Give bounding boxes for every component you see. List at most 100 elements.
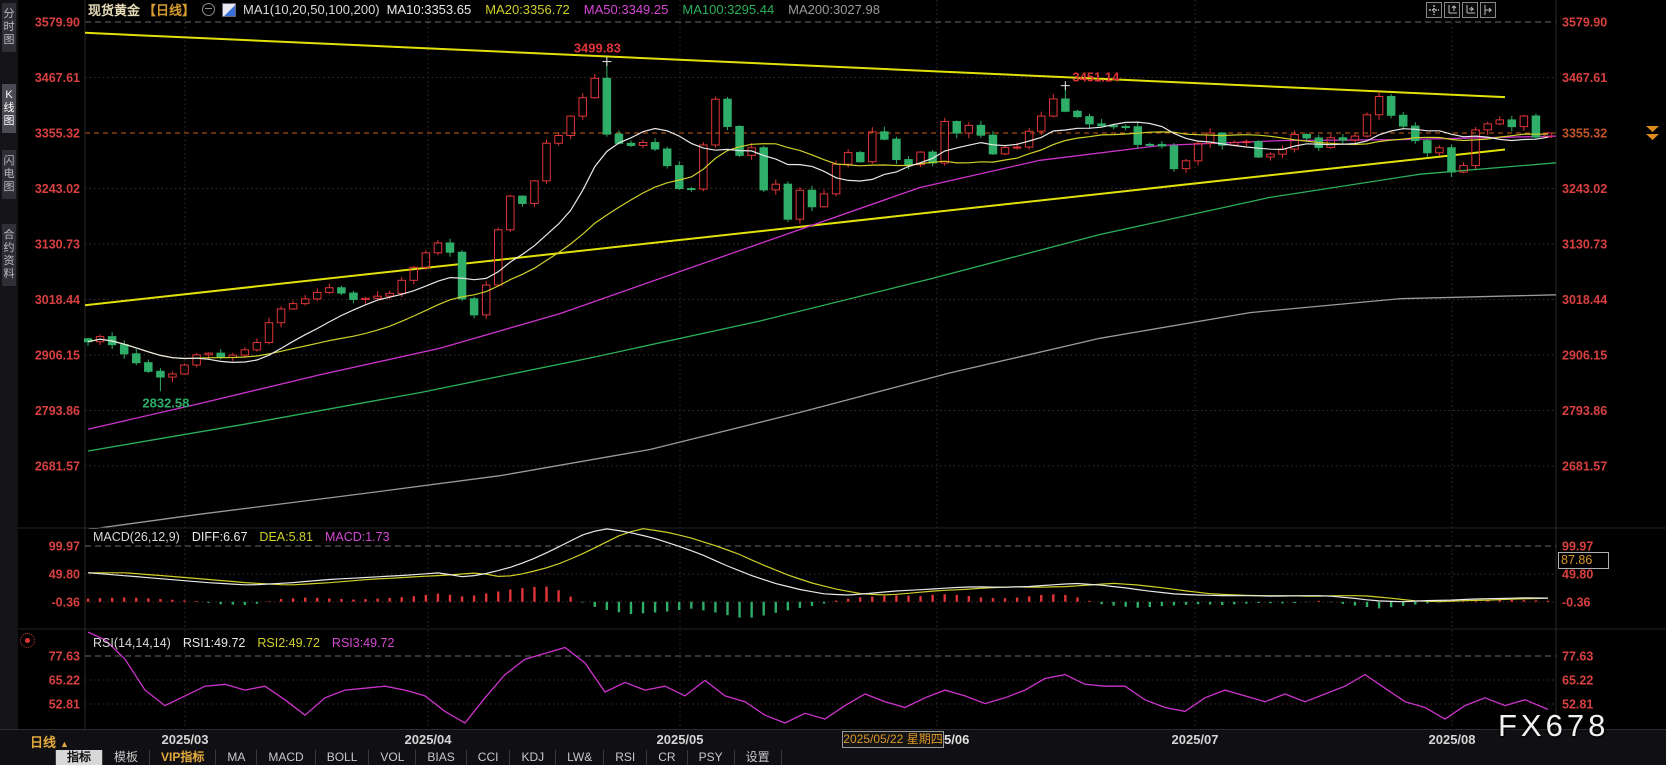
macd-label-left-2: -0.36 <box>52 596 81 610</box>
rsi-header: RSI(14,14,14) RSI1:49.72 RSI2:49.72 RSI3… <box>93 636 394 650</box>
current-price-marker-icon <box>1646 126 1659 140</box>
price-label-right-0: 3579.90 <box>1562 16 1607 30</box>
macd-label-left-1: 49.80 <box>49 568 80 582</box>
crosshair-icon[interactable] <box>1426 2 1442 18</box>
ma-values: MA10:3353.65MA20:3356.72MA50:3349.25MA10… <box>387 2 880 17</box>
main-chart <box>84 33 1556 530</box>
current-price-tag: 3355.32 <box>1562 126 1607 140</box>
ma-value-4: MA200:3027.98 <box>788 2 880 17</box>
rsi3-value: RSI3:49.72 <box>332 636 395 650</box>
period-tag: 【日线】 <box>143 0 195 19</box>
ma50-line <box>88 136 1556 429</box>
symbol-name: 现货黄金 <box>88 0 140 19</box>
price-label-right-5: 3018.44 <box>1562 293 1607 307</box>
price-label-left-8: 2681.57 <box>35 460 80 474</box>
price-axis: 3579.90 3579.90 3467.61 3467.61 3355.32 3243.… <box>35 16 1607 474</box>
ma20-line <box>88 132 1548 359</box>
date-axis-row: 日线▲ 2025/05/22 星期四 5/06 2025/032025/0420… <box>0 729 1666 751</box>
rsi2-value: RSI2:49.72 <box>257 636 320 650</box>
macd-title: MACD(26,12,9) <box>93 530 180 544</box>
price-label-right-7: 2793.86 <box>1562 404 1607 418</box>
price-label-left-6: 2906.15 <box>35 349 80 363</box>
price-label-left-3: 3243.02 <box>35 182 80 196</box>
rsi-title: RSI(14,14,14) <box>93 636 171 650</box>
toolbar-item-9[interactable]: KDJ <box>510 750 556 765</box>
mini-chart-icon[interactable] <box>222 3 236 17</box>
chart-canvas[interactable]: 3579.90 3579.90 3467.61 3467.61 3355.32 3243.… <box>0 0 1666 765</box>
lower-trendline <box>85 150 1505 306</box>
month-tick-3: 2025/07 <box>1172 732 1219 747</box>
price-label-left-5: 3018.44 <box>35 293 80 307</box>
toolbar-item-8[interactable]: CCI <box>467 750 511 765</box>
toolbar-item-10[interactable]: LW& <box>556 750 604 765</box>
toolbar-item-2[interactable]: VIP指标 <box>150 750 216 765</box>
price-label-right-4: 3130.73 <box>1562 238 1607 252</box>
reset-scale-icon[interactable] <box>1480 2 1496 18</box>
toolbar-item-1[interactable]: 模板 <box>103 750 150 765</box>
price-label-right-8: 2681.57 <box>1562 460 1607 474</box>
toolbar-item-11[interactable]: RSI <box>604 750 647 765</box>
partial-month-tick: 5/06 <box>944 732 969 747</box>
price-label-left-1: 3467.61 <box>35 71 80 85</box>
annotations: 3499.833451.142832.58 <box>142 41 1120 411</box>
rsi1-value: RSI1:49.72 <box>183 636 246 650</box>
rsi-label-right-0: 77.63 <box>1562 650 1593 664</box>
toolbar-item-5[interactable]: BOLL <box>316 750 370 765</box>
rsi-label-right-1: 65.22 <box>1562 674 1593 688</box>
period-selector[interactable]: 日线▲ <box>30 732 69 751</box>
price-label-left-0: 3579.90 <box>35 16 80 30</box>
rsi-label-left-2: 52.81 <box>49 698 80 712</box>
rsi-label-left-0: 77.63 <box>49 650 80 664</box>
price-label-left-2: 3355.32 <box>35 127 80 141</box>
ma10-line <box>88 122 1548 362</box>
macd-label-right-2: -0.36 <box>1562 596 1591 610</box>
toolbar-item-4[interactable]: MACD <box>257 750 315 765</box>
toolbar-item-7[interactable]: BIAS <box>416 750 466 765</box>
upper-trendline <box>85 33 1505 97</box>
scale-y-axis-icon[interactable] <box>1444 2 1460 18</box>
collapse-circle-icon[interactable] <box>202 3 215 16</box>
ma-value-3: MA100:3295.44 <box>682 2 774 17</box>
month-gridlines <box>185 0 1452 729</box>
indicator-toolbar: 指标模板VIP指标MAMACDBOLLVOLBIASCCIKDJLW&RSICR… <box>0 750 1666 765</box>
ma-set-label: MA1(10,20,50,100,200) <box>243 2 380 17</box>
month-tick-2: 2025/05 <box>657 732 704 747</box>
macd-macd-value: MACD:1.73 <box>325 530 390 544</box>
macd-diff-value: DIFF:6.67 <box>192 530 248 544</box>
month-tick-4: 2025/08 <box>1429 732 1476 747</box>
ma-value-2: MA50:3349.25 <box>584 2 669 17</box>
annotation-2832.58: 2832.58 <box>142 395 189 410</box>
watermark: FX678 <box>1498 708 1609 744</box>
macd-label-right-1: 49.80 <box>1562 568 1593 582</box>
ma-value-0: MA10:3353.65 <box>387 2 472 17</box>
price-label-left-4: 3130.73 <box>35 238 80 252</box>
price-label-right-1: 3467.61 <box>1562 71 1607 85</box>
price-label-right-6: 2906.15 <box>1562 349 1607 363</box>
macd-header: MACD(26,12,9) DIFF:6.67 DEA:5.81 MACD:1.… <box>93 530 390 544</box>
toolbar-item-13[interactable]: PSY <box>688 750 735 765</box>
toolbar-item-3[interactable]: MA <box>216 750 257 765</box>
rsi-axis: 77.6377.6365.2265.2252.8152.81 <box>49 650 1594 712</box>
period-arrow-icon: ▲ <box>60 739 69 749</box>
scale-x-axis-icon[interactable] <box>1462 2 1478 18</box>
sidebar-item-3[interactable]: 合约资料 <box>2 224 16 286</box>
price-label-left-7: 2793.86 <box>35 404 80 418</box>
toolbar-item-0[interactable]: 指标 <box>55 750 103 765</box>
price-label-right-3: 3243.02 <box>1562 182 1607 196</box>
toolbar-item-12[interactable]: CR <box>647 750 687 765</box>
sidebar-item-1[interactable]: K线图 <box>2 84 16 133</box>
month-tick-0: 2025/03 <box>162 732 209 747</box>
macd-label-left-0: 99.97 <box>49 540 80 554</box>
sidebar-item-2[interactable]: 闪电图 <box>2 150 16 199</box>
chart-header: 现货黄金 【日线】 MA1(10,20,50,100,200) MA10:335… <box>88 1 880 18</box>
ma100-line <box>88 163 1556 451</box>
macd-crosshair-value: 87.86 <box>1558 552 1609 569</box>
sidebar-item-0[interactable]: 分时图 <box>2 3 16 52</box>
toolbar-item-14[interactable]: 设置 <box>735 750 782 765</box>
annotation-3499.83: 3499.83 <box>574 41 621 56</box>
crosshair-date-badge: 2025/05/22 星期四 <box>842 731 944 748</box>
candles <box>84 62 1552 392</box>
macd-dea-value: DEA:5.81 <box>259 530 313 544</box>
toolbar-item-6[interactable]: VOL <box>369 750 416 765</box>
indicator-settings-icon[interactable] <box>20 633 35 648</box>
